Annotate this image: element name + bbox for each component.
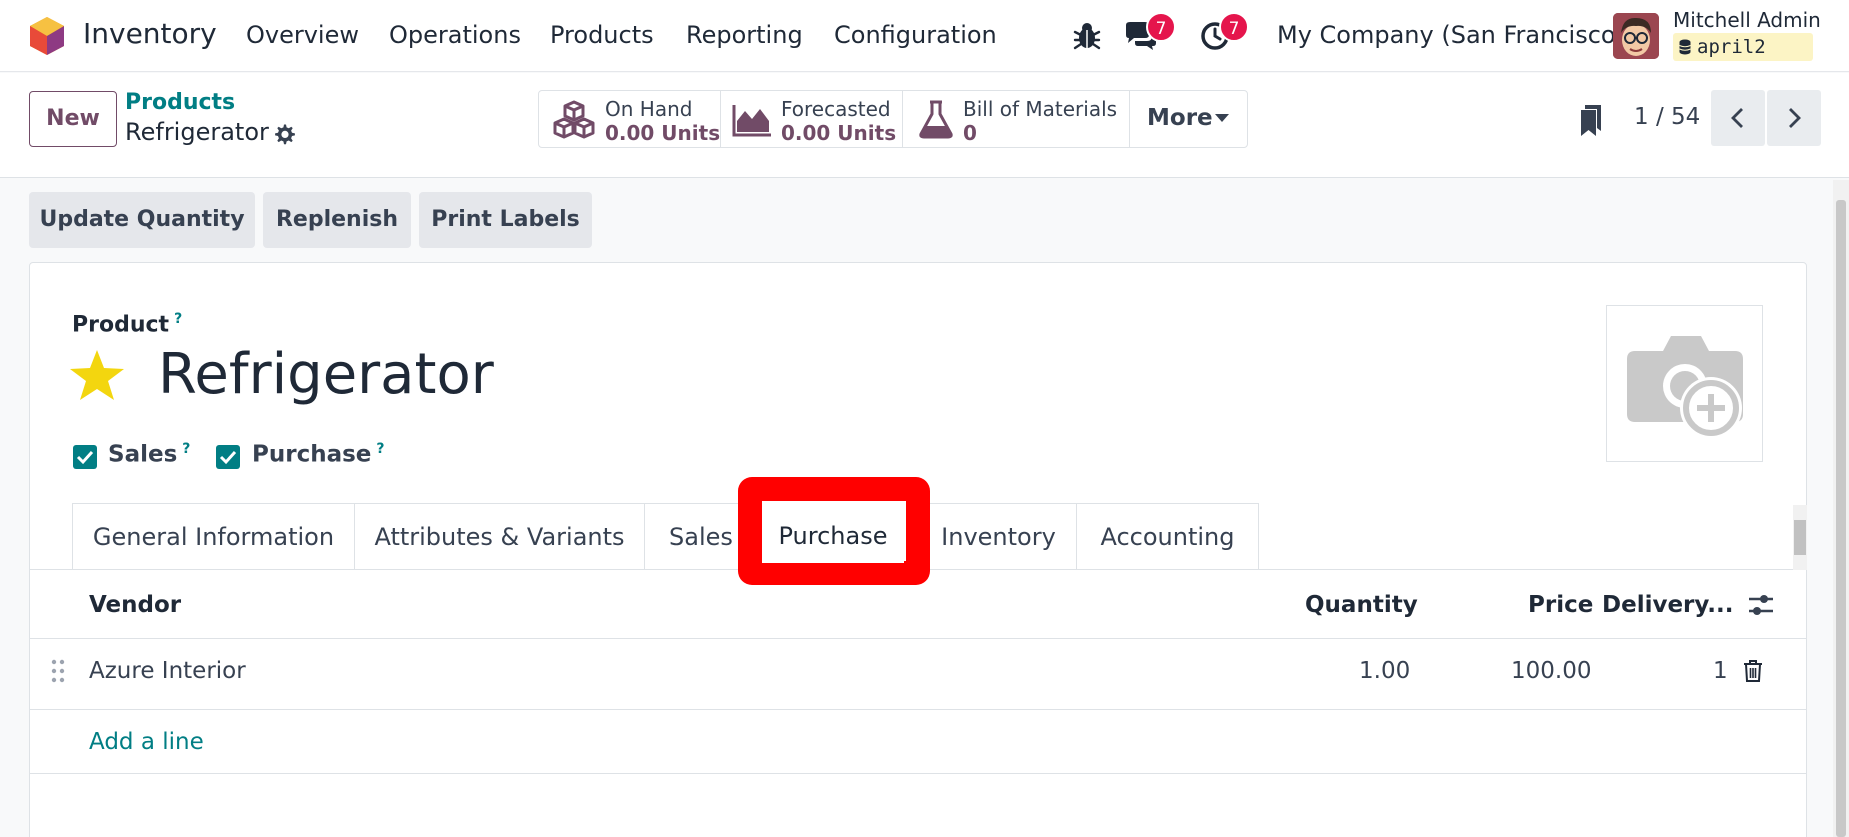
forecasted-value: 0.00 Units (781, 121, 897, 145)
user-name[interactable]: Mitchell Admin (1673, 8, 1821, 32)
tab-attributes-variants[interactable]: Attributes & Variants (354, 503, 645, 569)
pager-value[interactable]: 1 / 54 (1634, 104, 1700, 130)
bom-label: Bill of Materials (963, 97, 1118, 121)
more-label: More (1147, 105, 1213, 131)
boxes-icon (553, 100, 595, 139)
help-icon[interactable]: ? (182, 441, 190, 457)
control-panel: New Products Refrigerator On Hand 0.00 U… (0, 73, 1849, 178)
pager-previous-button[interactable] (1711, 90, 1765, 146)
area-chart-icon (732, 105, 771, 137)
tab-inventory[interactable]: Inventory (920, 503, 1077, 569)
header-divider (30, 638, 1806, 639)
bug-icon[interactable] (1070, 18, 1104, 52)
breadcrumb-products[interactable]: Products (125, 90, 235, 115)
column-price[interactable]: Price (1528, 592, 1593, 618)
page-scrollbar-thumb[interactable] (1836, 200, 1846, 837)
activities-badge: 7 (1219, 12, 1249, 42)
add-line-link[interactable]: Add a line (89, 729, 204, 755)
forecasted-label: Forecasted (781, 97, 891, 121)
company-switcher[interactable]: My Company (San Francisco) (1277, 21, 1625, 49)
database-chip: april2 (1673, 33, 1813, 61)
on-hand-button[interactable]: On Hand 0.00 Units (539, 91, 721, 147)
trash-icon[interactable] (1743, 659, 1763, 683)
tab-purchase[interactable]: Purchase (762, 501, 904, 563)
row-divider (30, 709, 1806, 710)
update-quantity-button[interactable]: Update Quantity (29, 192, 255, 248)
tab-accounting[interactable]: Accounting (1076, 503, 1259, 569)
check-icon (76, 450, 94, 465)
sales-label-text: Sales (108, 441, 178, 468)
product-image-upload[interactable] (1606, 305, 1763, 462)
row-delivery[interactable]: 1 (1713, 658, 1728, 684)
database-name: april2 (1697, 36, 1766, 58)
more-button[interactable]: More (1130, 90, 1248, 148)
menu-overview[interactable]: Overview (246, 21, 359, 49)
help-icon[interactable]: ? (376, 441, 384, 457)
row-quantity[interactable]: 1.00 (1359, 658, 1410, 684)
database-icon (1679, 39, 1691, 55)
on-hand-value: 0.00 Units (605, 121, 721, 145)
bookmark-icon[interactable] (1580, 104, 1602, 137)
column-delivery[interactable]: Delivery... (1602, 592, 1734, 618)
product-name-field[interactable]: Refrigerator (158, 342, 494, 407)
chevron-down-icon (1215, 114, 1229, 122)
tab-general-information[interactable]: General Information (72, 503, 355, 569)
pager-next-button[interactable] (1767, 90, 1821, 146)
tabs-scrollbar-thumb[interactable] (1794, 520, 1806, 555)
top-navbar: Inventory Overview Operations Products R… (0, 0, 1849, 72)
favorite-star-icon[interactable] (68, 348, 126, 402)
user-avatar[interactable] (1613, 13, 1659, 59)
sales-checkbox[interactable] (73, 445, 97, 469)
product-field-label: Product? (72, 311, 182, 337)
breadcrumb-current: Refrigerator (125, 118, 269, 146)
menu-products[interactable]: Products (550, 21, 654, 49)
menu-operations[interactable]: Operations (389, 21, 521, 49)
check-icon (219, 450, 237, 465)
bom-value: 0 (963, 121, 977, 145)
sales-checkbox-label: Sales? (108, 441, 190, 468)
column-vendor[interactable]: Vendor (89, 592, 181, 618)
print-labels-button[interactable]: Print Labels (419, 192, 592, 248)
on-hand-label: On Hand (605, 97, 693, 121)
menu-configuration[interactable]: Configuration (834, 21, 997, 49)
messages-badge: 7 (1146, 12, 1176, 42)
replenish-button[interactable]: Replenish (263, 192, 411, 248)
drag-handle-icon[interactable] (51, 659, 65, 683)
avatar-face-icon (1613, 13, 1659, 59)
camera-plus-icon (1627, 336, 1743, 439)
flask-icon (919, 100, 953, 139)
product-label-text: Product (72, 312, 170, 338)
column-settings-icon[interactable] (1747, 591, 1775, 619)
gear-icon[interactable] (273, 122, 297, 146)
row-vendor[interactable]: Azure Interior (89, 658, 246, 684)
purchase-label-text: Purchase (252, 441, 372, 468)
app-name[interactable]: Inventory (83, 17, 217, 50)
column-quantity[interactable]: Quantity (1305, 592, 1418, 618)
chevron-left-icon (1731, 108, 1743, 128)
help-icon[interactable]: ? (174, 311, 182, 327)
table-bottom-divider (30, 773, 1806, 774)
forecasted-button[interactable]: Forecasted 0.00 Units (721, 91, 903, 147)
purchase-checkbox-label: Purchase? (252, 441, 385, 468)
new-button[interactable]: New (29, 91, 117, 147)
row-price[interactable]: 100.00 (1511, 658, 1591, 684)
chevron-right-icon (1789, 108, 1801, 128)
inventory-app-logo-icon[interactable] (28, 16, 66, 56)
purchase-checkbox[interactable] (216, 445, 240, 469)
bill-of-materials-button[interactable]: Bill of Materials 0 (903, 91, 1130, 147)
menu-reporting[interactable]: Reporting (686, 21, 803, 49)
